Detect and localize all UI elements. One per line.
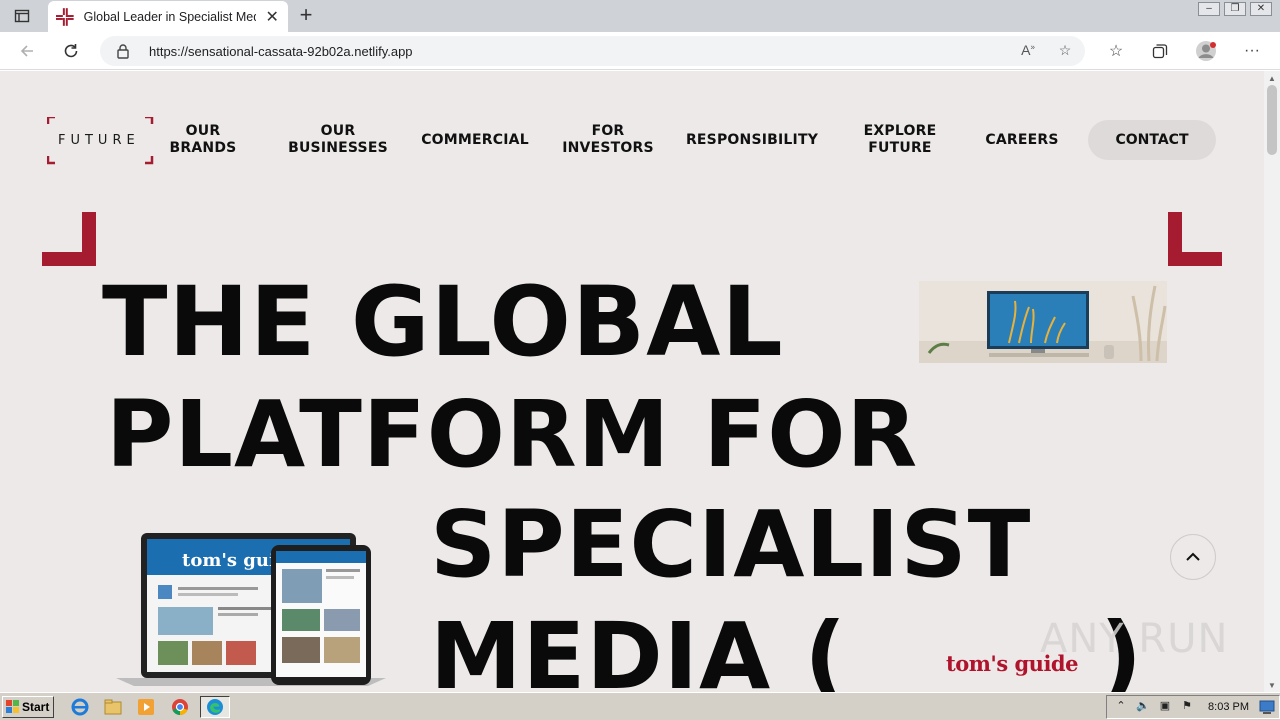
nav-responsibility[interactable]: RESPONSIBILITY <box>684 132 820 149</box>
chevron-up-icon <box>1186 552 1200 561</box>
lock-icon <box>117 44 129 59</box>
read-aloud-icon[interactable]: A» <box>1018 42 1038 60</box>
nav-explore-future[interactable]: EXPLORE FUTURE <box>858 123 942 157</box>
nav-our-businesses[interactable]: OUR BUSINESSES <box>288 123 388 157</box>
nav-commercial[interactable]: COMMERCIAL <box>418 132 532 149</box>
contact-button[interactable]: CONTACT <box>1088 120 1216 160</box>
nav-for-investors-line1: FOR <box>591 123 625 139</box>
hero-heading-line2: PLATFORM FOR <box>106 381 919 488</box>
show-desktop-icon[interactable] <box>1259 700 1275 714</box>
browser-toolbar: https://sensational-cassata-92b02a.netli… <box>0 32 1280 70</box>
browser-tab-active[interactable]: Global Leader in Specialist Media ✕ <box>48 1 288 32</box>
logo-text: FUTURE <box>58 133 140 148</box>
hero-corner-right-icon <box>1168 212 1222 266</box>
ie-taskbar-icon[interactable] <box>67 696 93 718</box>
media-player-taskbar-icon[interactable] <box>133 696 159 718</box>
start-button[interactable]: Start <box>2 696 54 718</box>
nav-our-businesses-line2: BUSINESSES <box>288 140 388 156</box>
anyrun-watermark: ANY RUN <box>1040 616 1229 662</box>
network-icon[interactable]: ▣ <box>1157 699 1173 715</box>
hero-heading-line1: THE GLOBAL <box>102 266 784 378</box>
toms-guide-devices-image: tom's guide <box>116 533 386 686</box>
nav-our-businesses-line1: OUR <box>320 123 356 139</box>
restore-icon[interactable]: ❐ <box>1224 2 1246 16</box>
back-arrow-icon[interactable] <box>16 40 38 62</box>
edge-taskbar-icon[interactable] <box>200 696 230 718</box>
nav-for-investors[interactable]: FOR INVESTORS <box>560 123 656 157</box>
nav-careers[interactable]: CAREERS <box>982 132 1062 149</box>
windows-taskbar: Start ⌃ 🔈 ▣ ⚑ 8:03 PM <box>0 692 1280 720</box>
page-viewport: FUTURE OUR BRANDS OUR BUSINESSES COMMERC… <box>0 71 1264 692</box>
minimize-icon[interactable]: ‒ <box>1198 2 1220 16</box>
explorer-taskbar-icon[interactable] <box>100 696 126 718</box>
tab-close-icon[interactable]: ✕ <box>264 7 280 27</box>
scrollbar-thumb[interactable] <box>1267 85 1277 155</box>
address-bar[interactable]: https://sensational-cassata-92b02a.netli… <box>100 36 1085 66</box>
tray-expand-icon[interactable]: ⌃ <box>1113 699 1129 715</box>
new-tab-button[interactable]: + <box>294 4 318 28</box>
url-text[interactable]: https://sensational-cassata-92b02a.netli… <box>149 44 413 59</box>
windows-logo-icon <box>6 700 19 713</box>
scroll-to-top-button[interactable] <box>1170 534 1216 580</box>
nav-explore-future-line2: FUTURE <box>868 140 932 156</box>
future-favicon-icon <box>56 7 74 26</box>
hero-heading-line4: MEDIA ( <box>430 603 848 693</box>
hero-corner-left-icon <box>42 212 96 266</box>
add-favorite-icon[interactable]: ☆ <box>1055 42 1075 60</box>
window-close-icon[interactable]: ✕ <box>1250 2 1272 16</box>
system-tray: ⌃ 🔈 ▣ ⚑ 8:03 PM <box>1106 695 1280 719</box>
collections-icon[interactable] <box>1149 40 1171 62</box>
future-logo[interactable]: FUTURE <box>47 117 155 165</box>
tab-title: Global Leader in Specialist Media <box>83 9 257 24</box>
favorites-icon[interactable]: ☆ <box>1105 40 1127 62</box>
volume-icon[interactable]: 🔈 <box>1135 699 1151 715</box>
profile-avatar-icon[interactable] <box>1195 40 1217 62</box>
browser-tabstrip: Global Leader in Specialist Media ✕ + ‒ … <box>0 0 1280 32</box>
nav-for-investors-line2: INVESTORS <box>562 140 654 156</box>
scroll-down-arrow-icon[interactable]: ▼ <box>1268 681 1276 690</box>
nav-our-brands[interactable]: OUR BRANDS <box>168 123 238 157</box>
window-controls: ‒ ❐ ✕ <box>1198 2 1272 16</box>
nav-our-brands-line2: BRANDS <box>169 140 237 156</box>
chrome-taskbar-icon[interactable] <box>167 696 193 718</box>
tab-actions-icon[interactable] <box>10 6 34 26</box>
scroll-up-arrow-icon[interactable]: ▲ <box>1268 74 1276 83</box>
hero-heading-line3: SPECIALIST <box>430 491 1032 598</box>
nav-explore-future-line1: EXPLORE <box>863 123 937 139</box>
taskbar-clock[interactable]: 8:03 PM <box>1208 701 1249 713</box>
more-menu-icon[interactable]: ··· <box>1241 40 1263 62</box>
page-scrollbar[interactable]: ▲ ▼ <box>1264 71 1280 692</box>
nav-our-brands-line1: OUR <box>185 123 221 139</box>
refresh-icon[interactable] <box>60 40 82 62</box>
action-center-flag-icon[interactable]: ⚑ <box>1179 699 1195 715</box>
start-label: Start <box>22 700 50 714</box>
hero-tv-image <box>919 281 1167 363</box>
